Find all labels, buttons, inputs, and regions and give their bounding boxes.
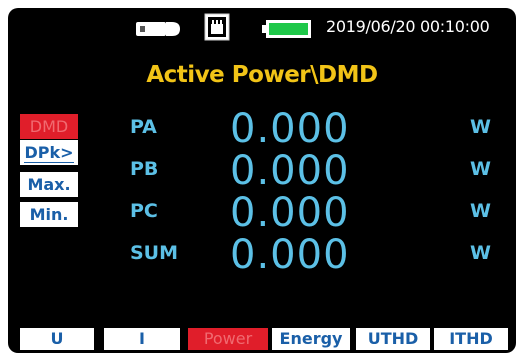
usb-plug-icon bbox=[136, 22, 180, 36]
mode-button-dmd[interactable]: DMD bbox=[20, 114, 78, 139]
sum-value: 0.000 bbox=[230, 232, 350, 278]
battery-icon bbox=[262, 20, 311, 38]
tab-uthd[interactable]: UTHD bbox=[356, 328, 430, 350]
phase-a-value: 0.000 bbox=[230, 106, 350, 152]
tab-voltage[interactable]: U bbox=[20, 328, 94, 350]
phase-b-value: 0.000 bbox=[230, 148, 350, 194]
sum-label: SUM bbox=[130, 242, 179, 264]
status-bar: 2019/06/20 00:10:00 bbox=[8, 8, 516, 46]
tab-energy[interactable]: Energy bbox=[272, 328, 350, 350]
phase-c-unit: W bbox=[470, 200, 491, 222]
meter-screen: 2019/06/20 00:10:00 Active Power\DMD DMD… bbox=[8, 8, 516, 353]
mode-button-min[interactable]: Min. bbox=[20, 202, 78, 227]
sum-unit: W bbox=[470, 242, 491, 264]
mode-button-max[interactable]: Max. bbox=[20, 172, 78, 197]
phase-c-label: PC bbox=[130, 200, 158, 222]
phase-b-label: PB bbox=[130, 158, 159, 180]
tab-current[interactable]: I bbox=[104, 328, 180, 350]
phase-c-value: 0.000 bbox=[230, 190, 350, 236]
mode-button-dpk-label: DPk> bbox=[24, 143, 74, 163]
phase-a-unit: W bbox=[470, 116, 491, 138]
tab-power[interactable]: Power bbox=[188, 328, 268, 350]
phase-a-label: PA bbox=[130, 116, 157, 138]
phase-b-unit: W bbox=[470, 158, 491, 180]
sd-card-icon bbox=[204, 13, 230, 41]
tab-ithd[interactable]: ITHD bbox=[434, 328, 508, 350]
mode-button-dpk[interactable]: DPk> bbox=[20, 140, 78, 165]
function-tab-bar: U I Power Energy UTHD ITHD bbox=[20, 328, 508, 350]
page-title: Active Power\DMD bbox=[146, 62, 378, 88]
datetime-display: 2019/06/20 00:10:00 bbox=[326, 17, 490, 36]
